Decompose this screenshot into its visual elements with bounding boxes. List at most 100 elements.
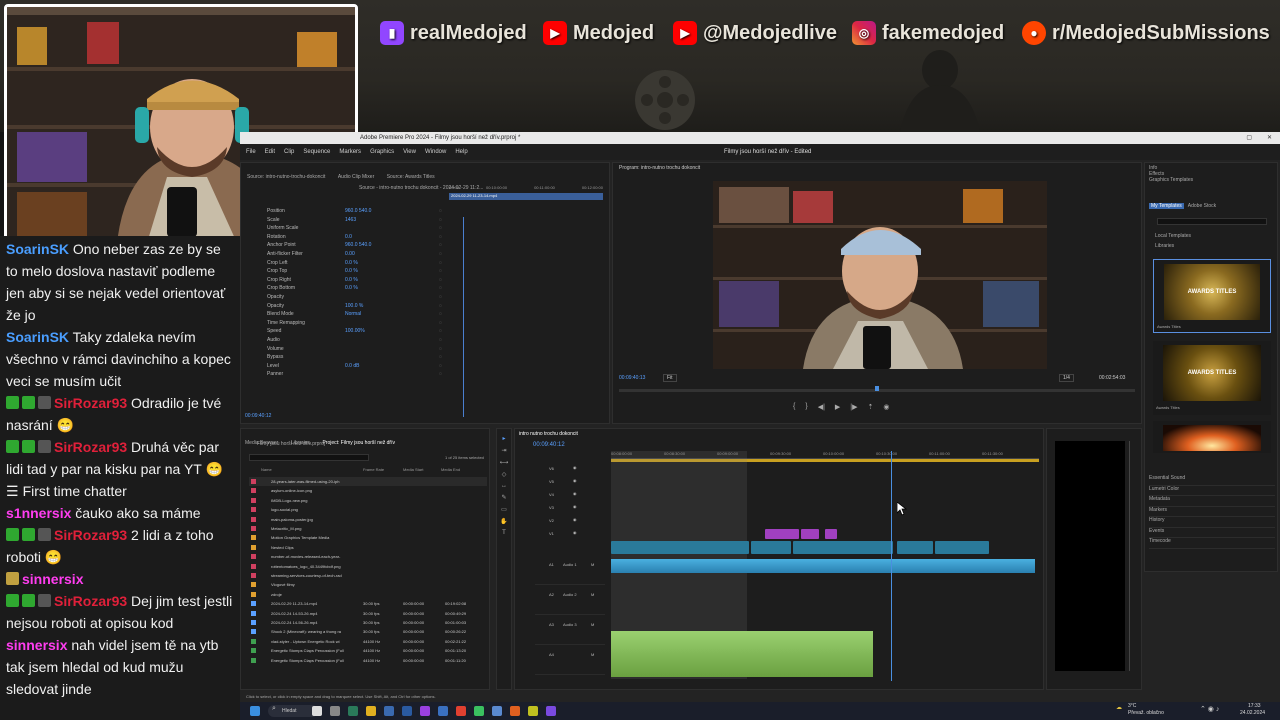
project-item[interactable]: 2024-02-24 14-56-26.mp4 30.00 fps 00:00:00… <box>249 618 487 627</box>
property-value[interactable]: 100.0 % <box>345 302 363 310</box>
project-item[interactable]: vlad-styler - Uptown Energetic Rock wi 44… <box>249 637 487 646</box>
keyframe-toggle-icon[interactable]: ◌ <box>439 310 442 318</box>
effect-property-row[interactable]: Position 960.0 540.0 ◌ <box>249 207 449 215</box>
property-value[interactable]: 1463 <box>345 216 356 224</box>
project-item[interactable]: Vlogové filmy <box>249 580 487 589</box>
graphic-clip[interactable] <box>765 529 799 539</box>
tab-graphics-templates[interactable]: Graphics Templates <box>1149 177 1273 183</box>
video-track-header[interactable]: V1 ◉ <box>535 528 605 540</box>
menu-item-edit[interactable]: Edit <box>265 149 275 155</box>
menu-item-sequence[interactable]: Sequence <box>303 149 330 155</box>
taskbar-app-icon[interactable] <box>492 706 502 716</box>
workspace-section[interactable]: Lumetri Color <box>1149 486 1275 496</box>
project-item[interactable]: IMDB-Logo-new.png <box>249 496 487 505</box>
video-clip[interactable] <box>793 541 893 554</box>
taskbar-app-icon[interactable] <box>384 706 394 716</box>
effect-property-row[interactable]: Speed 100.00% ◌ <box>249 327 449 335</box>
property-value[interactable]: 960.0 540.0 <box>345 207 371 215</box>
program-tab[interactable]: Program: intro-nutno trochu dokoncit <box>613 163 1141 173</box>
tab-source[interactable]: Source: intro-nutno-trochu-dokoncit <box>247 174 325 180</box>
eye-icon[interactable]: ◉ <box>573 491 577 496</box>
chat-username[interactable]: s1nnersix <box>6 505 71 521</box>
keyframe-toggle-icon[interactable]: ◌ <box>439 259 442 267</box>
quality-dropdown[interactable]: 1/4 <box>1059 374 1074 382</box>
fit-dropdown[interactable]: Fit <box>663 374 677 382</box>
eye-icon[interactable]: ◉ <box>573 504 577 509</box>
project-item[interactable]: Metacritic_M.png <box>249 524 487 533</box>
project-item[interactable]: asylum-online-icon.png <box>249 486 487 495</box>
ripple-edit-icon[interactable]: ⟷ <box>500 459 509 466</box>
project-item[interactable]: Energetic Stomps Claps Percussion (Full 4… <box>249 646 487 655</box>
effect-property-row[interactable]: Anchor Point 960.0 540.0 ◌ <box>249 241 449 249</box>
graphic-clip[interactable] <box>825 529 837 539</box>
workspace-section[interactable]: Essential Sound <box>1149 475 1275 486</box>
keyframe-toggle-icon[interactable]: ◌ <box>439 353 442 361</box>
chat-username[interactable]: SirRozar93 <box>54 395 127 411</box>
project-item[interactable]: 28-years-later-was-filmed-using-20-iph <box>249 477 487 486</box>
effect-property-row[interactable]: Uniform Scale ◌ <box>249 224 449 232</box>
video-track-header[interactable]: V4 ◉ <box>535 489 605 501</box>
taskbar-app-icon[interactable] <box>402 706 412 716</box>
property-value[interactable]: 0.0 dB <box>345 362 359 370</box>
keyframe-toggle-icon[interactable]: ◌ <box>439 362 442 370</box>
keyframe-toggle-icon[interactable]: ◌ <box>439 241 442 249</box>
mark-out-icon[interactable]: } <box>805 403 807 413</box>
video-track-header[interactable]: V6 ◉ <box>535 463 605 475</box>
project-item[interactable]: 2024-02-29 11-23-14.mp4 30.00 fps 00:00:00… <box>249 599 487 608</box>
menu-item-file[interactable]: File <box>246 149 256 155</box>
keyframe-toggle-icon[interactable]: ◌ <box>439 293 442 301</box>
file-explorer-icon[interactable] <box>366 706 376 716</box>
effect-property-row[interactable]: Opacity 100.0 % ◌ <box>249 302 449 310</box>
keyframe-toggle-icon[interactable]: ◌ <box>439 302 442 310</box>
mute-icon[interactable]: M <box>591 622 594 627</box>
audio-track-header[interactable]: A2 Audio 2 M <box>535 589 605 615</box>
timeline-playhead[interactable] <box>891 451 892 681</box>
keyframe-toggle-icon[interactable]: ◌ <box>439 336 442 344</box>
workspace-section[interactable]: Metadata <box>1149 496 1275 507</box>
keyframe-toggle-icon[interactable]: ◌ <box>439 267 442 275</box>
template-card[interactable] <box>1153 421 1271 453</box>
menu-item-clip[interactable]: Clip <box>284 149 294 155</box>
keyframe-toggle-icon[interactable]: ◌ <box>439 284 442 292</box>
obs-icon[interactable] <box>546 706 556 716</box>
effect-property-row[interactable]: Crop Top 0.0 % ◌ <box>249 267 449 275</box>
clock-date[interactable]: 24.02.2024 <box>1240 710 1265 716</box>
chrome-icon[interactable] <box>456 706 466 716</box>
keyframe-toggle-icon[interactable]: ◌ <box>439 319 442 327</box>
video-clip[interactable] <box>751 541 791 554</box>
project-item[interactable]: number-of-movies-released-each-year- <box>249 552 487 561</box>
video-clip[interactable] <box>897 541 933 554</box>
step-back-icon[interactable]: ◀| <box>818 403 825 413</box>
template-folder[interactable]: Libraries <box>1155 243 1174 249</box>
effect-property-row[interactable]: Panner ◌ <box>249 370 449 378</box>
workspace-section[interactable]: Events <box>1149 528 1275 538</box>
effect-property-row[interactable]: Volume ◌ <box>249 345 449 353</box>
chat-username[interactable]: SoarinSK <box>6 329 69 345</box>
keyframe-toggle-icon[interactable]: ◌ <box>439 216 442 224</box>
keyframe-toggle-icon[interactable]: ◌ <box>439 207 442 215</box>
effect-property-row[interactable]: Audio ◌ <box>249 336 449 344</box>
property-value[interactable]: 0.0 % <box>345 259 358 267</box>
col-media-end[interactable]: Media End <box>441 467 460 472</box>
mute-icon[interactable]: M <box>591 592 594 597</box>
chat-username[interactable]: sinnersix <box>22 571 83 587</box>
keyframe-toggle-icon[interactable]: ◌ <box>439 327 442 335</box>
col-frame-rate[interactable]: Frame Rate <box>363 467 384 472</box>
workspace-section[interactable]: Markers <box>1149 507 1275 517</box>
task-view-icon[interactable] <box>312 706 322 716</box>
mute-icon[interactable]: M <box>591 652 594 657</box>
tab-source-awards[interactable]: Source: Awards Titles <box>387 174 435 180</box>
menu-item-markers[interactable]: Markers <box>339 149 361 155</box>
rectangle-icon[interactable]: ▭ <box>501 506 507 513</box>
effect-property-row[interactable]: Bypass ◌ <box>249 353 449 361</box>
effect-clip-bar[interactable]: 2024-02-29 11-23-14.mp4 <box>449 193 603 200</box>
eye-icon[interactable]: ◉ <box>573 517 577 522</box>
template-search-input[interactable] <box>1157 218 1267 225</box>
effect-property-row[interactable]: Crop Bottom 0.0 % ◌ <box>249 284 449 292</box>
audio-track-header[interactable]: A4 M <box>535 649 605 675</box>
eye-icon[interactable]: ◉ <box>573 530 577 535</box>
chat-username[interactable]: SirRozar93 <box>54 439 127 455</box>
effect-property-row[interactable]: Anti-flicker Filter 0.00 ◌ <box>249 250 449 258</box>
audio-track-header[interactable]: A3 Audio 3 M <box>535 619 605 645</box>
selection-tool-icon[interactable]: ▸ <box>502 435 505 442</box>
